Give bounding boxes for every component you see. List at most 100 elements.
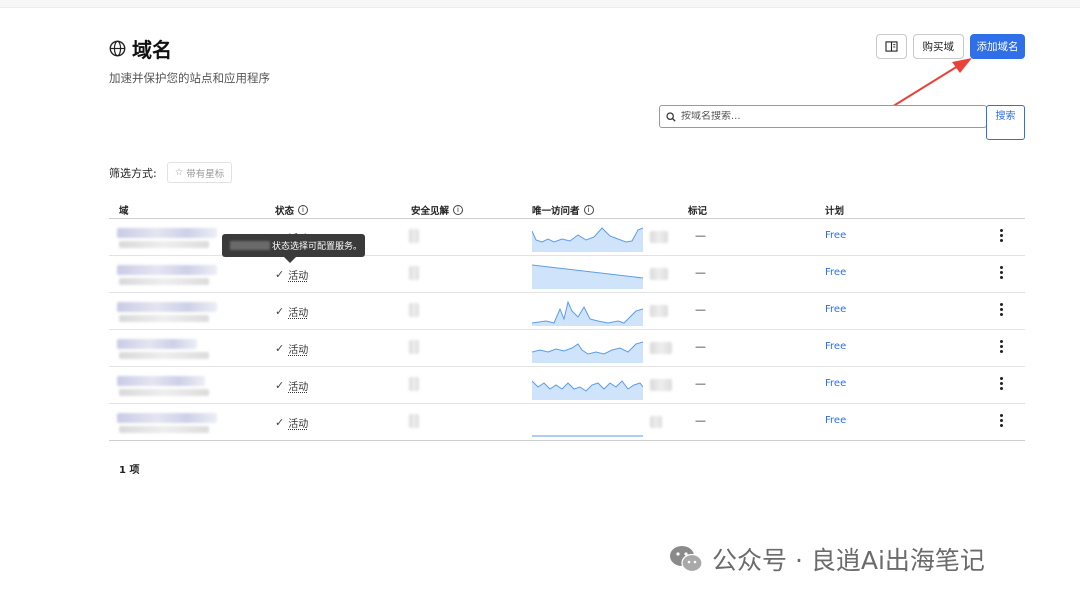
domain-name-redacted[interactable]: [117, 302, 217, 312]
plan-link[interactable]: Free: [825, 378, 846, 389]
redacted-text: [409, 229, 419, 243]
info-icon[interactable]: i: [583, 205, 594, 215]
search-field[interactable]: [659, 105, 987, 128]
column-security-insights[interactable]: 安全见解 i: [411, 203, 464, 217]
kebab-icon[interactable]: [993, 262, 1009, 282]
search-button[interactable]: 搜索: [986, 105, 1025, 140]
kebab-icon[interactable]: [993, 373, 1009, 393]
page-title: 域名: [132, 38, 172, 62]
redacted-text: [650, 342, 672, 354]
tags-cell: —: [695, 229, 706, 242]
plan-link[interactable]: Free: [825, 341, 846, 352]
search-icon: [666, 111, 676, 122]
search-area: 搜索: [659, 105, 1025, 140]
redacted-text: [409, 377, 419, 391]
redacted-text: [409, 414, 419, 428]
check-icon: ✓: [275, 416, 285, 429]
redacted-text: [409, 340, 419, 354]
table-row[interactable]: ✓活动 — Free: [109, 404, 1025, 441]
plan-link[interactable]: Free: [825, 230, 846, 241]
tags-cell: —: [695, 340, 706, 353]
redacted-text: [119, 241, 209, 248]
domain-name-redacted[interactable]: [117, 265, 217, 275]
search-input[interactable]: [681, 111, 971, 122]
redacted-text: [650, 305, 668, 317]
table-row[interactable]: ✓活动 — Free: [109, 256, 1025, 293]
redacted-text: [119, 278, 209, 285]
globe-icon: [109, 40, 126, 57]
visitors-sparkline: [532, 227, 643, 252]
domain-name-redacted[interactable]: [117, 413, 217, 423]
kebab-icon[interactable]: [993, 299, 1009, 319]
column-status[interactable]: 状态 i: [275, 203, 309, 217]
top-bar: [0, 0, 1080, 8]
filter-row: 筛选方式: ☆ 带有星标: [109, 162, 233, 183]
check-icon: ✓: [275, 379, 285, 392]
info-icon[interactable]: i: [298, 205, 309, 215]
tags-cell: —: [695, 266, 706, 279]
header-actions: 购买域 添加域名: [875, 34, 1025, 59]
info-icon[interactable]: i: [453, 205, 464, 215]
domain-name-redacted[interactable]: [117, 339, 197, 349]
status-cell[interactable]: ✓活动: [275, 304, 308, 319]
column-plan: 计划: [825, 206, 845, 217]
plan-link[interactable]: Free: [825, 304, 846, 315]
redacted-text: [409, 266, 419, 280]
item-count: 1 项: [119, 465, 140, 476]
domain-name-redacted[interactable]: [117, 376, 205, 386]
starred-label: 带有星标: [186, 168, 225, 180]
docs-button[interactable]: [875, 34, 907, 59]
table-row[interactable]: ✓活动 — Free: [109, 330, 1025, 367]
visitors-sparkline: [532, 435, 643, 437]
plan-link[interactable]: Free: [825, 415, 846, 426]
visitors-sparkline: [532, 264, 643, 289]
wechat-icon: [670, 546, 703, 573]
status-cell[interactable]: ✓活动: [275, 341, 308, 356]
redacted-text: [230, 241, 270, 250]
kebab-icon[interactable]: [993, 225, 1009, 245]
status-cell[interactable]: ✓活动: [275, 267, 308, 282]
watermark-text: 公众号 · 良逍Ai出海笔记: [712, 546, 985, 575]
tags-cell: —: [695, 303, 706, 316]
visitors-sparkline: [532, 341, 643, 363]
redacted-text: [650, 268, 668, 280]
book-icon: [884, 41, 898, 52]
redacted-text: [650, 379, 672, 391]
tooltip-text: 状态选择可配置服务。: [272, 242, 363, 252]
redacted-text: [119, 315, 209, 322]
starred-filter-button[interactable]: ☆ 带有星标: [166, 162, 233, 183]
check-icon: ✓: [275, 342, 285, 355]
page-subtitle: 加速并保护您的站点和应用程序: [109, 71, 270, 85]
table-row[interactable]: ✓活动 — Free: [109, 367, 1025, 404]
redacted-text: [119, 389, 209, 396]
column-unique-visitors[interactable]: 唯一访问者 i: [532, 203, 594, 217]
add-domain-button[interactable]: 添加域名: [970, 34, 1025, 59]
buy-domain-button[interactable]: 购买域: [912, 34, 964, 59]
check-icon: ✓: [275, 305, 285, 318]
plan-link[interactable]: Free: [825, 267, 846, 278]
visitors-sparkline: [532, 300, 643, 326]
filter-label: 筛选方式:: [109, 166, 157, 180]
tags-cell: —: [695, 377, 706, 390]
kebab-icon[interactable]: [993, 410, 1009, 430]
check-icon: ✓: [275, 268, 285, 281]
redacted-text: [119, 352, 209, 359]
visitors-sparkline: [532, 380, 643, 400]
table-row[interactable]: ✓活动 — Free: [109, 293, 1025, 330]
redacted-text: [409, 303, 419, 317]
kebab-icon[interactable]: [993, 336, 1009, 356]
domain-name-redacted[interactable]: [117, 228, 217, 238]
table-header: 域 状态 i 安全见解 i 唯一访问者 i 标记 计划: [109, 200, 1025, 219]
column-domain[interactable]: 域: [119, 203, 129, 217]
column-tags: 标记: [688, 206, 708, 217]
status-cell[interactable]: ✓活动: [275, 415, 308, 430]
redacted-text: [650, 416, 662, 428]
page-header: 域名 加速并保护您的站点和应用程序: [109, 34, 270, 86]
status-cell[interactable]: ✓活动: [275, 378, 308, 393]
star-icon: ☆: [174, 167, 184, 178]
tags-cell: —: [695, 414, 706, 427]
redacted-text: [119, 426, 209, 433]
status-tooltip: 状态选择可配置服务。: [222, 234, 365, 263]
watermark: 公众号 · 良逍Ai出海笔记: [668, 541, 985, 577]
redacted-text: [650, 231, 668, 243]
